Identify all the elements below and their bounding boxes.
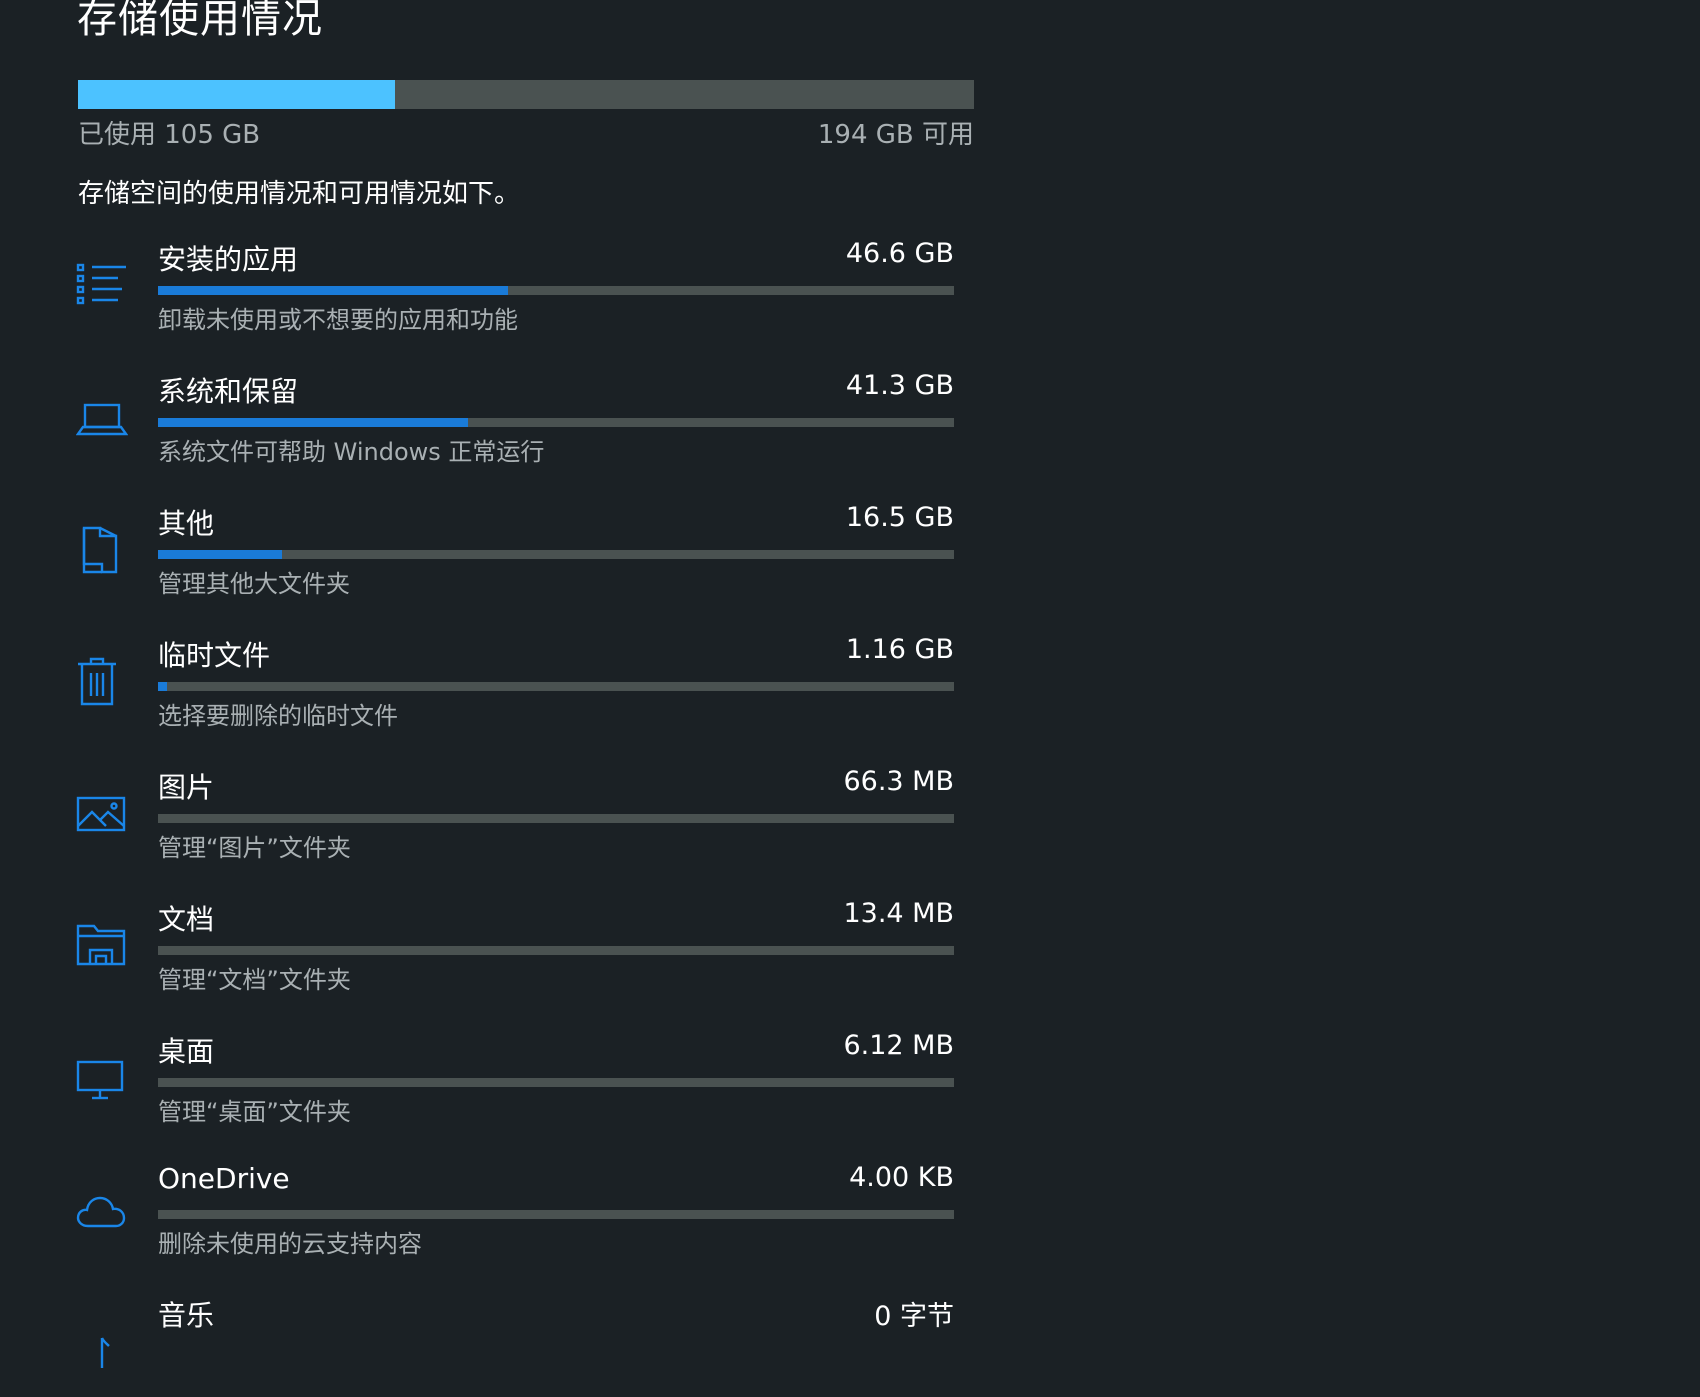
category-subtitle: 管理“图片”文件夹 [158, 834, 351, 862]
category-music[interactable]: 音乐 0 字节 [0, 1294, 1000, 1397]
category-onedrive[interactable]: OneDrive 4.00 KB 删除未使用的云支持内容 [0, 1162, 1000, 1300]
category-name: 安装的应用 [158, 243, 299, 276]
category-size: 4.00 KB [849, 1162, 954, 1193]
total-usage-bar-fill [78, 80, 396, 109]
category-usage-bar [158, 946, 954, 955]
category-subtitle: 系统文件可帮助 Windows 正常运行 [158, 438, 545, 466]
category-usage-bar [158, 682, 954, 691]
category-usage-bar [158, 286, 954, 295]
page-title: 存储使用情况 [77, 0, 323, 42]
category-name: 系统和保留 [158, 375, 299, 408]
storage-usage-page: 存储使用情况 已使用 105 GB 194 GB 可用 存储空间的使用情况和可用… [0, 0, 1700, 1397]
category-pictures[interactable]: 图片 66.3 MB 管理“图片”文件夹 [0, 766, 1000, 904]
category-usage-bar [158, 814, 954, 823]
category-documents[interactable]: 文档 13.4 MB 管理“文档”文件夹 [0, 898, 1000, 1036]
category-subtitle: 管理其他大文件夹 [158, 570, 350, 598]
category-name: 图片 [158, 771, 215, 804]
category-name: OneDrive [158, 1162, 290, 1195]
laptop-icon [76, 392, 128, 444]
category-usage-bar-fill [158, 550, 283, 559]
category-name: 音乐 [158, 1299, 215, 1332]
music-note-icon [76, 1316, 128, 1368]
folder-other-icon [76, 524, 128, 576]
category-name: 文档 [158, 903, 215, 936]
trash-icon [76, 656, 128, 708]
category-name: 其他 [158, 507, 215, 540]
category-usage-bar-fill [158, 682, 167, 691]
category-size: 0 字节 [874, 1301, 954, 1332]
category-size: 1.16 GB [845, 634, 954, 665]
category-name: 桌面 [158, 1035, 215, 1068]
free-space-label: 194 GB 可用 [817, 120, 974, 150]
monitor-icon [76, 1052, 128, 1104]
category-subtitle: 管理“文档”文件夹 [158, 966, 351, 994]
category-name: 临时文件 [158, 639, 271, 672]
category-size: 13.4 MB [843, 898, 954, 929]
category-size: 46.6 GB [845, 238, 954, 269]
category-size: 16.5 GB [845, 502, 954, 533]
category-desktop[interactable]: 桌面 6.12 MB 管理“桌面”文件夹 [0, 1030, 1000, 1168]
apps-list-icon [76, 260, 128, 312]
category-installed-apps[interactable]: 安装的应用 46.6 GB 卸载未使用或不想要的应用和功能 [0, 238, 1000, 376]
category-usage-bar-fill [158, 286, 509, 295]
category-usage-bar [158, 418, 954, 427]
category-system-reserved[interactable]: 系统和保留 41.3 GB 系统文件可帮助 Windows 正常运行 [0, 370, 1000, 508]
category-size: 66.3 MB [843, 766, 954, 797]
storage-description: 存储空间的使用情况和可用情况如下。 [78, 179, 521, 209]
category-temp-files[interactable]: 临时文件 1.16 GB 选择要删除的临时文件 [0, 634, 1000, 772]
category-subtitle: 删除未使用的云支持内容 [158, 1230, 422, 1258]
category-usage-bar-fill [158, 418, 469, 427]
category-usage-bar [158, 550, 954, 559]
category-subtitle: 卸载未使用或不想要的应用和功能 [158, 306, 518, 334]
cloud-icon [76, 1184, 128, 1236]
category-other[interactable]: 其他 16.5 GB 管理其他大文件夹 [0, 502, 1000, 640]
category-usage-bar [158, 1210, 954, 1219]
used-space-label: 已使用 105 GB [78, 120, 261, 150]
category-subtitle: 选择要删除的临时文件 [158, 702, 398, 730]
picture-icon [76, 788, 128, 840]
documents-folder-icon [76, 920, 128, 972]
category-usage-bar [158, 1078, 954, 1087]
category-subtitle: 管理“桌面”文件夹 [158, 1098, 351, 1126]
category-size: 6.12 MB [843, 1030, 954, 1061]
category-size: 41.3 GB [845, 370, 954, 401]
total-usage-bar [78, 80, 974, 109]
